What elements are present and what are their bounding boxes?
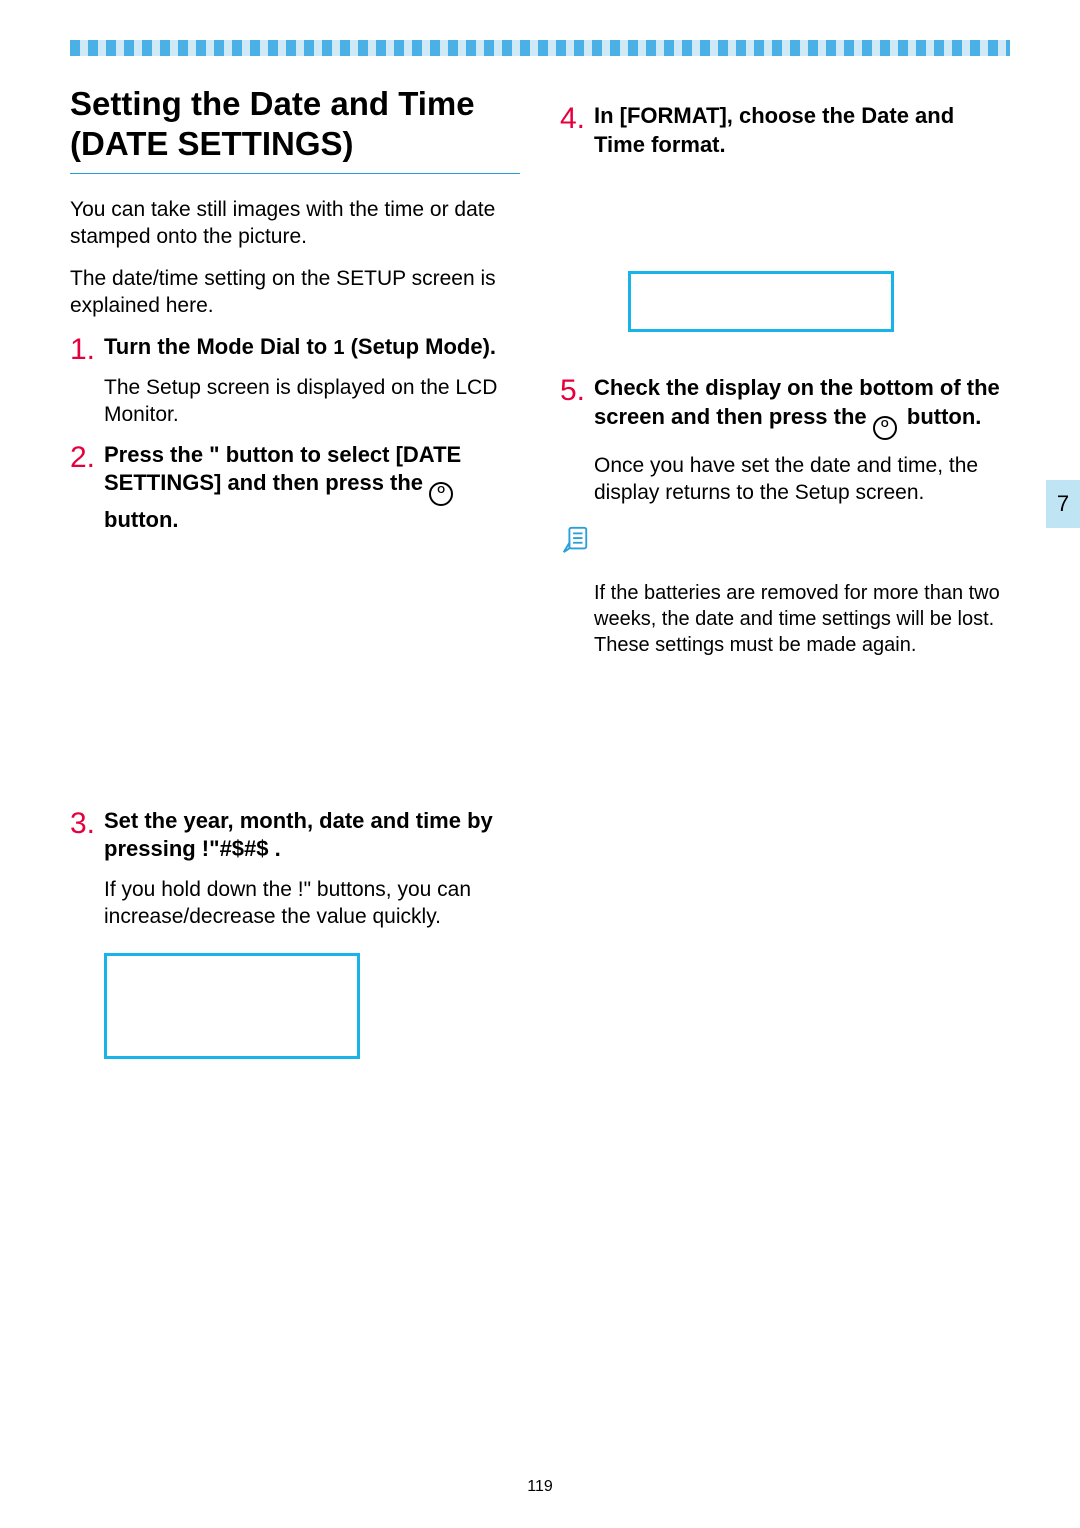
page-content: Setting the Date and Time (DATE SETTINGS… (70, 40, 1010, 1480)
step-4: 4. In [FORMAT], choose the Date and Time… (560, 102, 1010, 159)
decorative-band (70, 40, 1010, 56)
step-5-number: 5. (560, 374, 594, 406)
step-2: 2. Press the " button to select [DATE SE… (70, 441, 520, 535)
chapter-number: 7 (1057, 490, 1069, 519)
step-3: 3. Set the year, month, date and time by… (70, 807, 520, 931)
step-5-body: Check the display on the bottom of the s… (594, 374, 1010, 506)
step-2-head-post: button. (104, 507, 179, 532)
step-1: 1. Turn the Mode Dial to 1 (Setup Mode).… (70, 333, 520, 428)
step-5-desc: Once you have set the date and time, the… (594, 452, 1010, 507)
main-columns: Setting the Date and Time (DATE SETTINGS… (70, 84, 1010, 1059)
step-2-head-pre: Press the " button to select [DATE SETTI… (104, 442, 461, 496)
step-3-number: 3. (70, 807, 104, 839)
step-5: 5. Check the display on the bottom of th… (560, 374, 1010, 506)
step-4-body: In [FORMAT], choose the Date and Time fo… (594, 102, 1010, 159)
step-2-number: 2. (70, 441, 104, 473)
step-5-head: Check the display on the bottom of the s… (594, 374, 1010, 440)
spacer (70, 535, 520, 795)
figure-date-entry (104, 953, 360, 1059)
step-1-head: Turn the Mode Dial to 1 (Setup Mode). (104, 333, 520, 362)
step-3-head: Set the year, month, date and time by pr… (104, 807, 520, 864)
intro-p1: You can take still images with the time … (70, 196, 520, 251)
step-4-number: 4. (560, 102, 594, 134)
step-2-head: Press the " button to select [DATE SETTI… (104, 441, 520, 535)
step-1-number: 1. (70, 333, 104, 365)
step-3-desc: If you hold down the !" buttons, you can… (104, 876, 520, 931)
step-3-body: Set the year, month, date and time by pr… (104, 807, 520, 931)
intro-p2: The date/time setting on the SETUP scree… (70, 265, 520, 320)
step-1-body: Turn the Mode Dial to 1 (Setup Mode). Th… (104, 333, 520, 428)
spacer (560, 332, 1010, 362)
right-column: 4. In [FORMAT], choose the Date and Time… (560, 84, 1010, 1059)
mode-dial-symbol: 1 (333, 337, 344, 359)
step-1-desc: The Setup screen is displayed on the LCD… (104, 374, 520, 429)
note-text: If the batteries are removed for more th… (560, 580, 1010, 658)
chapter-tab: 7 (1046, 480, 1080, 528)
note-icon (560, 524, 590, 554)
ok-button-icon: O (873, 416, 897, 440)
step-4-head: In [FORMAT], choose the Date and Time fo… (594, 102, 1010, 159)
page-number: 119 (0, 1477, 1080, 1498)
ok-button-icon: O (429, 482, 453, 506)
step-1-head-post: (Setup Mode). (344, 334, 496, 359)
left-column: Setting the Date and Time (DATE SETTINGS… (70, 84, 520, 1059)
section-title: Setting the Date and Time (DATE SETTINGS… (70, 84, 520, 174)
step-2-body: Press the " button to select [DATE SETTI… (104, 441, 520, 535)
step-5-head-post: button. (901, 404, 982, 429)
spacer (560, 159, 1010, 249)
step-1-head-pre: Turn the Mode Dial to (104, 334, 333, 359)
figure-format (628, 271, 894, 332)
intro-block: You can take still images with the time … (70, 196, 520, 319)
